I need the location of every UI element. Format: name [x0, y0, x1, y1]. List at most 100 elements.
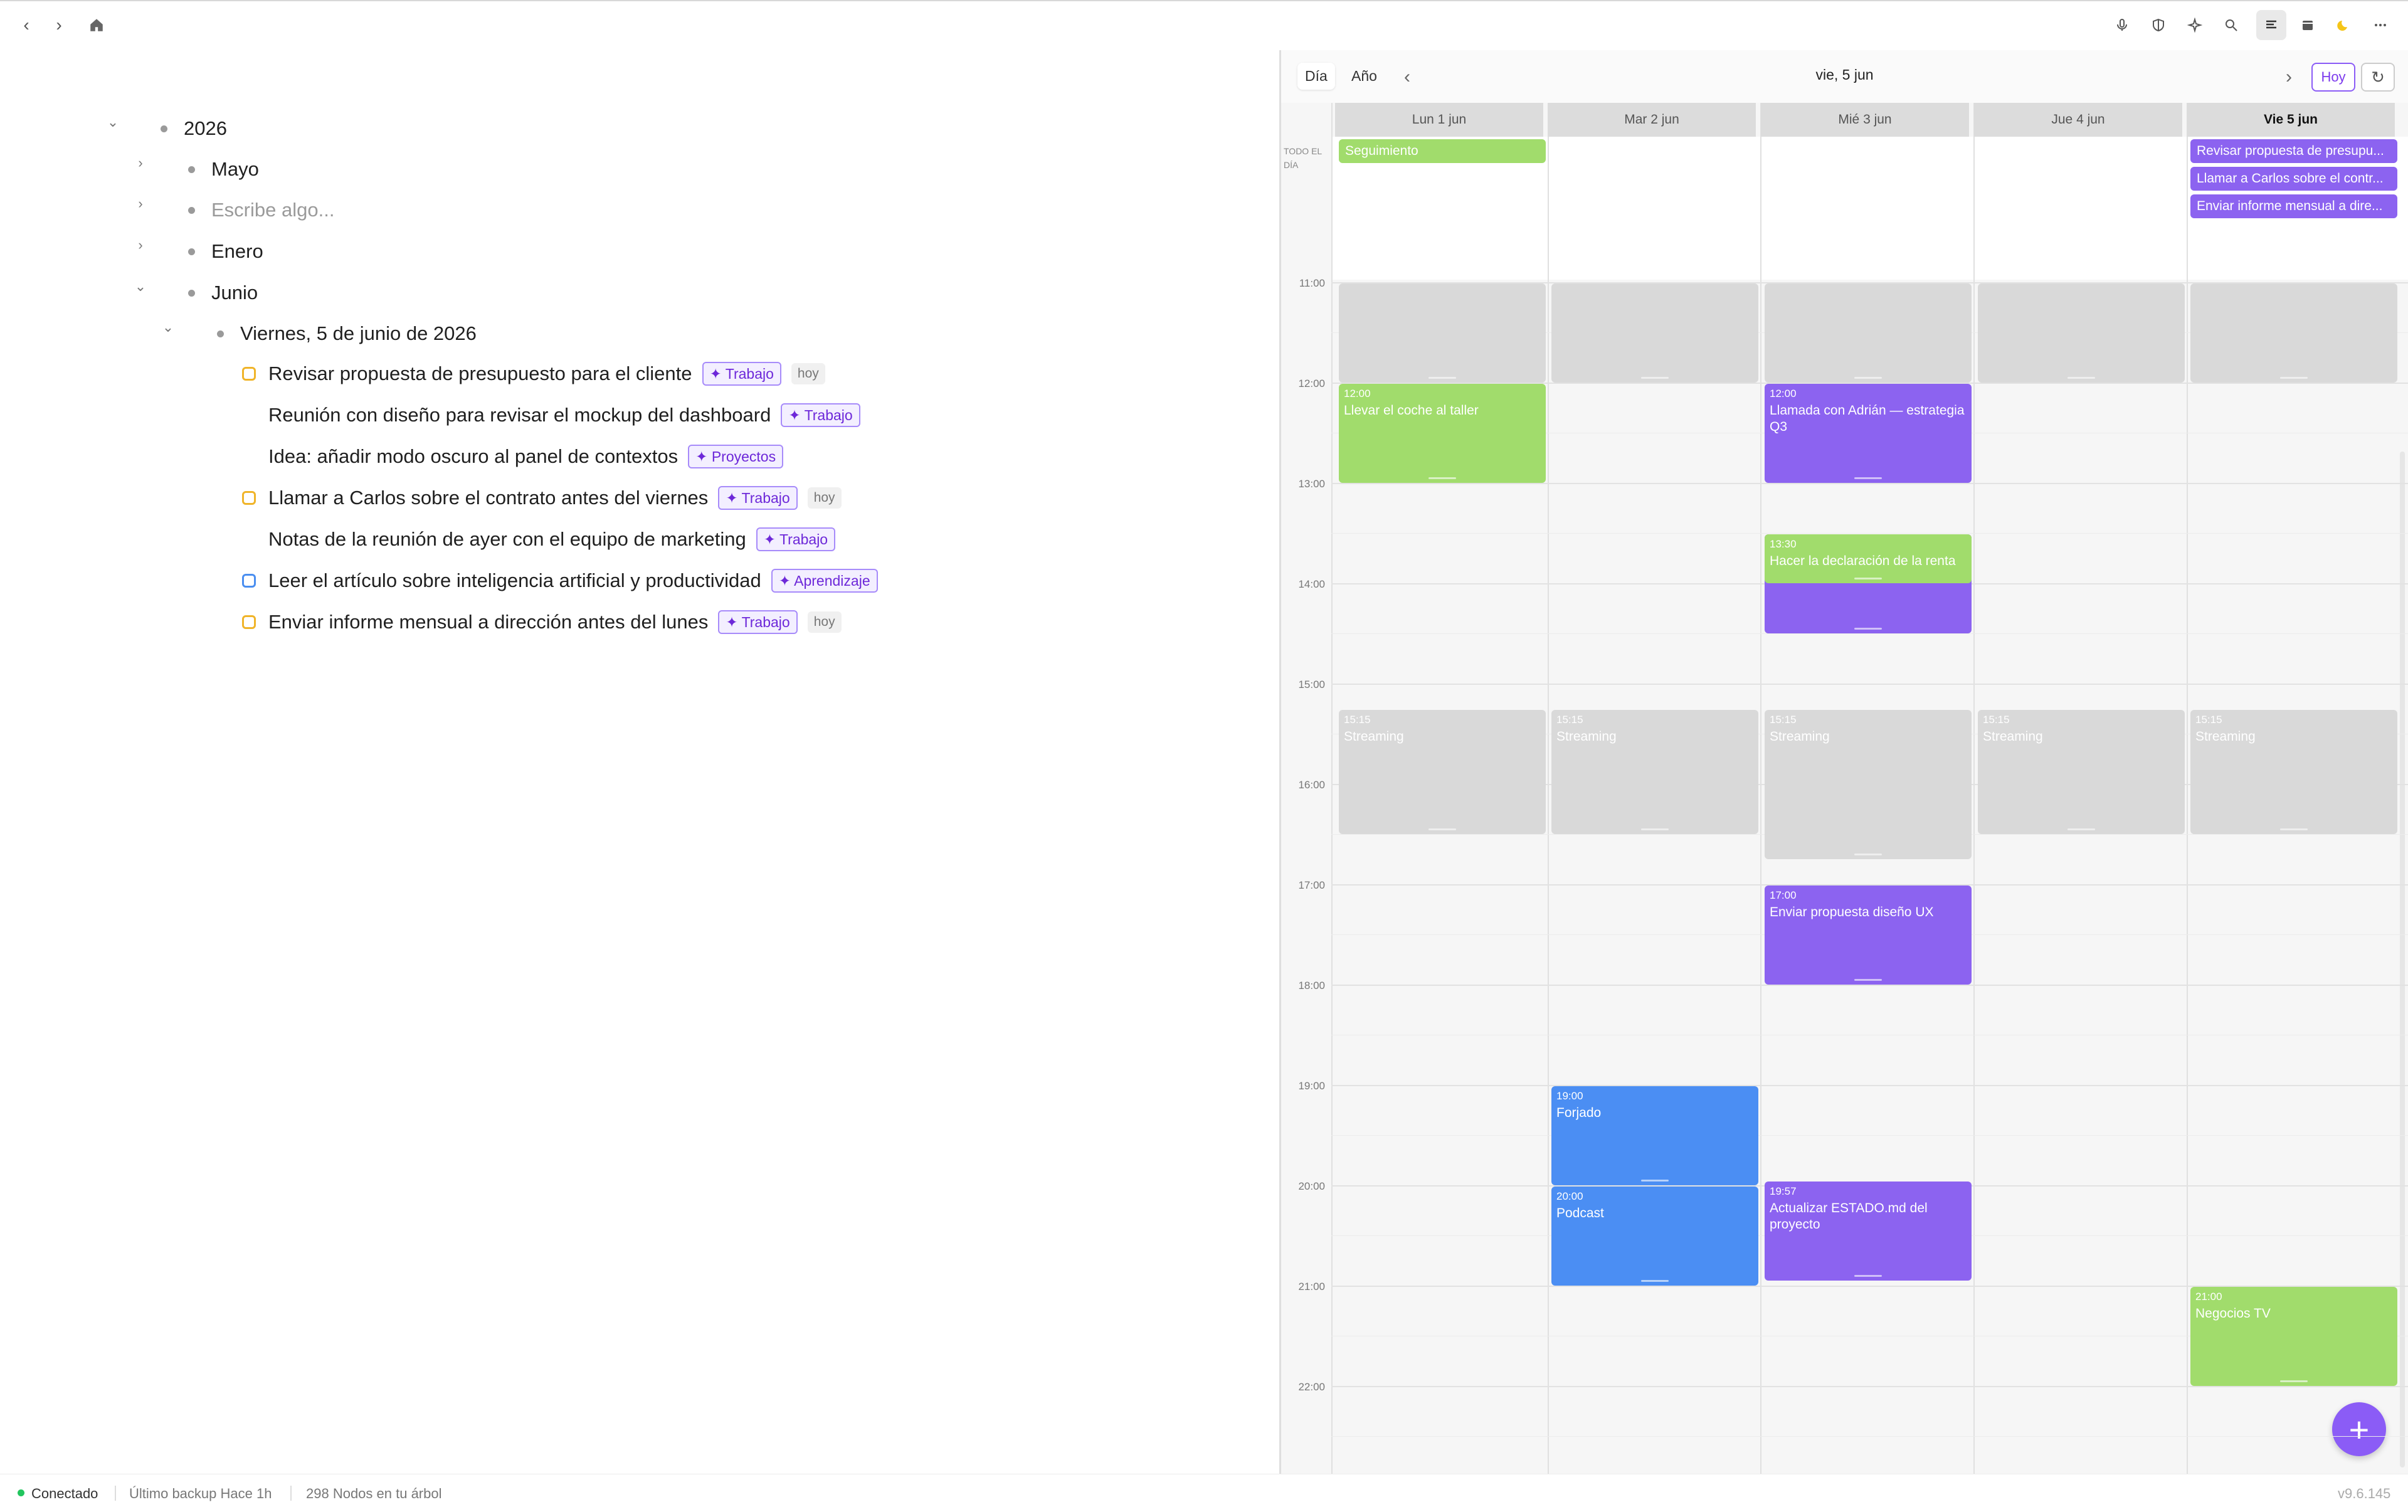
outline-node-day[interactable]: Viernes, 5 de junio de 2026 [217, 315, 477, 352]
calendar-event[interactable]: 21:00 Negocios TV [2190, 1287, 2397, 1386]
resize-handle[interactable] [2280, 828, 2308, 830]
mic-icon[interactable] [2107, 10, 2137, 40]
day-header[interactable]: Vie 5 jun [2187, 103, 2395, 137]
calendar-event[interactable] [1978, 283, 2185, 383]
allday-event[interactable]: Revisar propuesta de presupu... [2190, 139, 2397, 163]
allday-event[interactable]: Llamar a Carlos sobre el contr... [2190, 167, 2397, 191]
chevron-down-icon[interactable]: ⌄ [128, 274, 153, 299]
calendar-event[interactable]: 19:57 Actualizar ESTADO.md del proyecto [1765, 1182, 1972, 1281]
calendar-event[interactable] [1339, 283, 1546, 383]
chevron-down-icon[interactable]: ⌄ [156, 315, 181, 340]
outline-node-root[interactable]: 2026 [161, 110, 227, 147]
next-icon[interactable]: › [2278, 61, 2300, 93]
checkbox[interactable] [242, 491, 256, 505]
task-row[interactable]: Leer el artículo sobre inteligencia arti… [242, 562, 878, 600]
sparkle-icon[interactable] [2180, 10, 2210, 40]
resize-handle[interactable] [1854, 578, 1882, 579]
add-event-button[interactable]: + [2332, 1402, 2386, 1456]
task-row[interactable]: Reunión con diseño para revisar el mocku… [268, 396, 860, 434]
calendar-event[interactable] [1551, 283, 1758, 383]
calendar-event[interactable]: 17:00 Enviar propuesta diseño UX [1765, 886, 1972, 985]
outline-node-mayo[interactable]: Mayo [188, 151, 259, 188]
resize-handle[interactable] [2280, 377, 2308, 379]
day-header[interactable]: Jue 4 jun [1974, 103, 2182, 137]
calendar-event[interactable]: 15:15 Streaming [1978, 710, 2185, 834]
checkbox[interactable] [242, 367, 256, 381]
moon-icon[interactable] [2329, 10, 2359, 40]
forward-icon[interactable]: › [44, 10, 74, 40]
event-time: 13:30 [1770, 538, 1797, 550]
node-placeholder[interactable]: Escribe algo... [211, 199, 334, 221]
tag-badge[interactable]: ✦ Trabajo [756, 527, 836, 551]
event-time: 15:15 [2195, 714, 2222, 726]
allday-event[interactable]: Enviar informe mensual a dire... [2190, 194, 2397, 218]
calendar-event[interactable]: 12:00 Llamada con Adrián — estrategia Q3 [1765, 384, 1972, 483]
chevron-right-icon[interactable]: › [128, 233, 153, 258]
outline-node-input[interactable]: Escribe algo... [188, 191, 334, 229]
task-row[interactable]: Idea: añadir modo oscuro al panel de con… [268, 438, 784, 475]
task-row[interactable]: Enviar informe mensual a dirección antes… [242, 603, 842, 641]
day-column-divider [1331, 103, 1333, 1474]
tag-badge[interactable]: ✦ Trabajo [718, 610, 798, 634]
resize-handle[interactable] [1854, 1275, 1882, 1277]
back-icon[interactable]: ‹ [11, 10, 41, 40]
resize-handle[interactable] [1428, 377, 1456, 379]
tag-badge[interactable]: ✦ Trabajo [781, 403, 860, 427]
resize-handle[interactable] [2067, 828, 2095, 830]
resize-handle[interactable] [1428, 828, 1456, 830]
calendar-event[interactable]: 20:00 Podcast [1551, 1187, 1758, 1286]
hour-label: 18:00 [1298, 980, 1325, 991]
calendar-event[interactable]: 12:00 Llevar el coche al taller [1339, 384, 1546, 483]
checkbox[interactable] [242, 574, 256, 588]
resize-handle[interactable] [1428, 477, 1456, 479]
event-time: 15:15 [1344, 714, 1371, 726]
resize-handle[interactable] [1641, 1280, 1669, 1282]
resize-handle[interactable] [1854, 477, 1882, 479]
calendar-event[interactable]: 15:15 Streaming [1551, 710, 1758, 834]
calendar-event[interactable]: 15:15 Streaming [1339, 710, 1546, 834]
home-icon[interactable] [82, 10, 112, 40]
resize-handle[interactable] [1641, 828, 1669, 830]
resize-handle[interactable] [1641, 377, 1669, 379]
chevron-down-icon[interactable]: ⌄ [100, 110, 125, 135]
tag-badge[interactable]: ✦ Trabajo [718, 486, 798, 510]
day-header[interactable]: Mar 2 jun [1548, 103, 1756, 137]
refresh-icon[interactable]: ↻ [2361, 63, 2395, 92]
task-row[interactable]: Revisar propuesta de presupuesto para el… [242, 355, 825, 393]
tag-badge[interactable]: ✦ Aprendizaje [771, 569, 878, 593]
calendar-event[interactable] [2190, 283, 2397, 383]
allday-event[interactable]: Seguimiento [1339, 139, 1546, 163]
resize-handle[interactable] [1854, 628, 1882, 630]
calendar-event[interactable]: 19:00 Forjado [1551, 1086, 1758, 1185]
align-icon[interactable] [2256, 10, 2286, 40]
day-header[interactable]: Lun 1 jun [1335, 103, 1543, 137]
resize-handle[interactable] [1641, 1180, 1669, 1182]
chevron-right-icon[interactable]: › [128, 151, 153, 176]
calendar-event[interactable]: 15:15 Streaming [2190, 710, 2397, 834]
calendar-scrollbar[interactable] [2400, 452, 2405, 1467]
resize-handle[interactable] [1854, 377, 1882, 379]
hour-label: 22:00 [1298, 1381, 1325, 1393]
calendar-icon[interactable] [2293, 10, 2323, 40]
resize-handle[interactable] [2067, 377, 2095, 379]
resize-handle[interactable] [1854, 979, 1882, 981]
connection-status: Conectado [31, 1486, 98, 1501]
checkbox[interactable] [242, 615, 256, 629]
today-button[interactable]: Hoy [2311, 63, 2355, 92]
outline-node-junio[interactable]: Junio [188, 274, 258, 312]
chevron-right-icon[interactable]: › [128, 191, 153, 216]
tag-badge[interactable]: ✦ Proyectos [688, 445, 784, 468]
calendar-event[interactable]: 15:15 Streaming [1765, 710, 1972, 859]
search-icon[interactable] [2216, 10, 2246, 40]
task-row[interactable]: Notas de la reunión de ayer con el equip… [268, 521, 836, 558]
task-row[interactable]: Llamar a Carlos sobre el contrato antes … [242, 479, 842, 517]
outline-node-enero[interactable]: Enero [188, 233, 263, 270]
resize-handle[interactable] [2280, 1380, 2308, 1382]
calendar-event[interactable] [1765, 283, 1972, 383]
calendar-event[interactable]: 13:30 Hacer la declaración de la renta [1765, 534, 1972, 583]
shield-icon[interactable] [2143, 10, 2173, 40]
day-header[interactable]: Mié 3 jun [1761, 103, 1969, 137]
resize-handle[interactable] [1854, 854, 1882, 855]
more-icon[interactable] [2365, 10, 2395, 40]
tag-badge[interactable]: ✦ Trabajo [702, 362, 781, 386]
